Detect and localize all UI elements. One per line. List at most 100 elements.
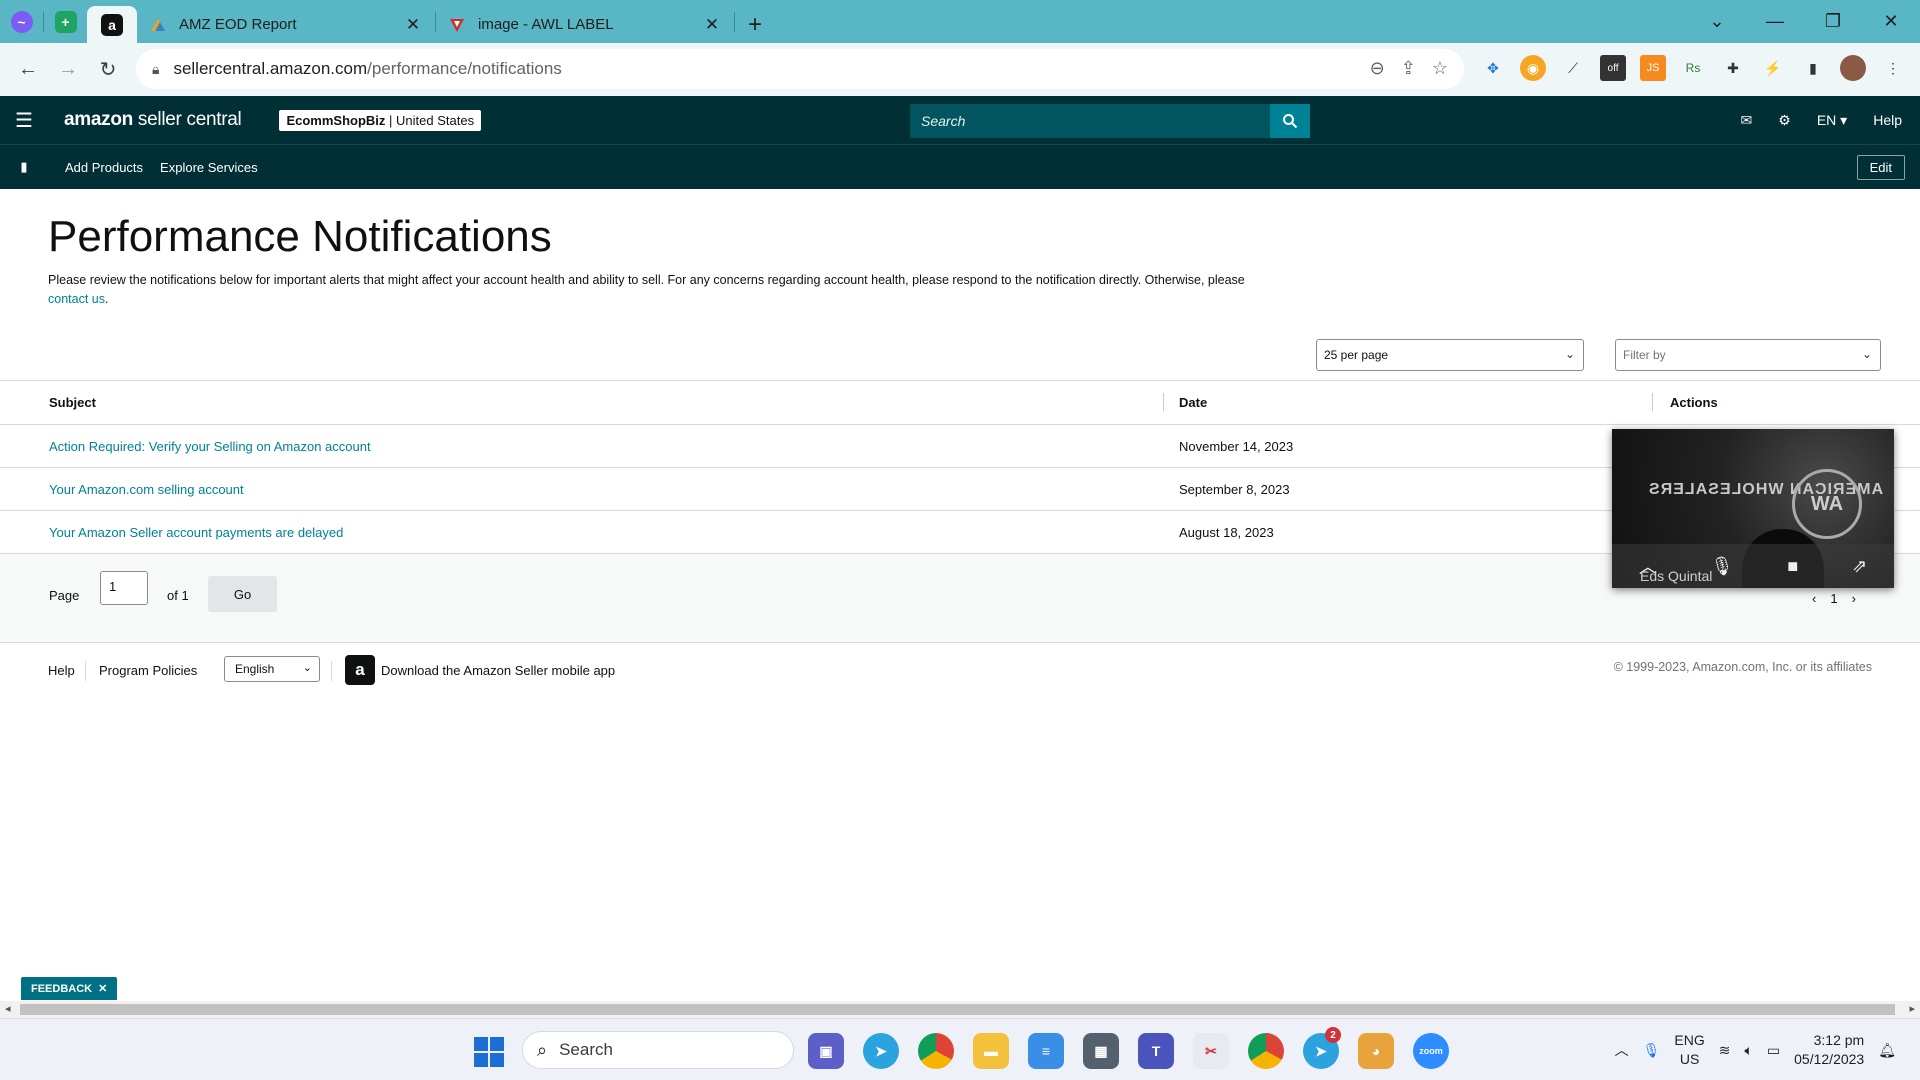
back-button[interactable]: ← <box>8 58 48 81</box>
file-explorer-icon[interactable]: ▬ <box>973 1033 1009 1069</box>
notification-subject-link[interactable]: Action Required: Verify your Selling on … <box>49 439 371 454</box>
telegram-notifications-icon[interactable]: ➤ 2 <box>1303 1027 1341 1069</box>
teams-chat-icon[interactable]: ▣ <box>808 1033 844 1069</box>
forward-button[interactable]: → <box>48 58 88 81</box>
per-page-select[interactable]: 25 per page ⌄ <box>1316 339 1584 371</box>
messenger-icon: ~ <box>10 10 33 33</box>
maximize-button[interactable]: ❐ <box>1804 11 1862 32</box>
page-number-input[interactable]: 1 <box>100 571 148 605</box>
taskbar-search[interactable]: ⌕ Search <box>522 1031 794 1069</box>
zoom-icon[interactable]: zoom <box>1413 1033 1449 1069</box>
participant-name: Eds Quintal <box>1640 568 1713 584</box>
language-selector[interactable]: EN ▾ <box>1817 112 1847 129</box>
minimize-button[interactable]: — <box>1746 11 1804 32</box>
tab-awl-label[interactable]: image - AWL LABEL ✕ <box>436 6 734 43</box>
download-app-link[interactable]: Download the Amazon Seller mobile app <box>381 663 615 678</box>
go-button[interactable]: Go <box>208 576 277 612</box>
close-window-button[interactable]: ✕ <box>1862 11 1920 32</box>
search-input[interactable] <box>910 104 1270 138</box>
next-page-icon[interactable]: › <box>1852 591 1856 606</box>
contact-us-link[interactable]: contact us <box>48 292 105 306</box>
input-language[interactable]: ENG US <box>1674 1031 1704 1069</box>
video-call-popup[interactable]: AMERICAN WHOLESALERS WA ︿ 🎙︎ ■ ⇗ Eds Qui… <box>1612 429 1894 588</box>
page-title: Performance Notifications <box>48 212 552 261</box>
prev-page-icon[interactable]: ‹ <box>1812 591 1816 606</box>
filter-by-select[interactable]: Filter by ⌄ <box>1615 339 1881 371</box>
close-icon[interactable]: ✕ <box>98 982 107 995</box>
notification-subject-link[interactable]: Your Amazon Seller account payments are … <box>49 525 343 540</box>
chrome-icon[interactable] <box>918 1033 954 1069</box>
seller-central-logo[interactable]: amazon seller central <box>64 109 242 131</box>
camera-icon[interactable]: ■ <box>1787 556 1798 577</box>
footer-help-link[interactable]: Help <box>48 663 75 678</box>
pinned-tab-sheets[interactable]: + <box>44 0 87 43</box>
horizontal-scrollbar[interactable]: ◂ ▸ <box>0 1001 1920 1018</box>
extension-icon[interactable]: ⚡ <box>1760 55 1786 81</box>
extensions-puzzle-icon[interactable]: ✚ <box>1720 55 1746 81</box>
extension-icon[interactable]: off <box>1600 55 1626 81</box>
mic-muted-icon[interactable]: 🎙︎ <box>1711 556 1734 577</box>
nav-explore-services[interactable]: Explore Services <box>160 160 258 175</box>
footer-language-select[interactable]: English ⌄ <box>224 656 320 682</box>
notification-bell-icon[interactable]: 🔔︎ <box>1878 1042 1896 1059</box>
footer-program-policies-link[interactable]: Program Policies <box>99 663 197 678</box>
scroll-right-icon[interactable]: ▸ <box>1909 1002 1915 1015</box>
address-bar[interactable]: 🔒︎ sellercentral.amazon.com/performance/… <box>136 49 1464 89</box>
telegram-icon[interactable]: ➤ <box>863 1033 899 1069</box>
notepad-icon[interactable]: ≡ <box>1028 1033 1064 1069</box>
scrollbar-thumb[interactable] <box>20 1004 1895 1015</box>
teams-icon[interactable]: T <box>1138 1033 1174 1069</box>
column-header-subject[interactable]: Subject <box>49 395 96 410</box>
zoom-icon[interactable]: ⊖ <box>1370 58 1385 79</box>
game-app-icon[interactable]: ◕ <box>1358 1033 1394 1069</box>
extension-icon[interactable]: ✥ <box>1480 55 1506 81</box>
seller-app-icon[interactable]: a <box>345 655 375 685</box>
feedback-button[interactable]: FEEDBACK ✕ <box>21 977 118 1000</box>
close-tab-icon[interactable]: ✕ <box>702 15 722 35</box>
menu-kebab-icon[interactable]: ⋮ <box>1880 55 1906 81</box>
bookmark-icon[interactable]: ▮ <box>0 159 48 175</box>
extension-icon[interactable]: ◉ <box>1520 55 1546 81</box>
microphone-icon[interactable]: 🎙︎ <box>1643 1042 1661 1059</box>
calculator-icon[interactable]: ▦ <box>1083 1033 1119 1069</box>
chevron-up-icon[interactable]: ︿ <box>1615 1040 1629 1060</box>
hamburger-menu-icon[interactable]: ☰ <box>0 108 48 133</box>
help-link[interactable]: Help <box>1873 112 1902 128</box>
chevron-down-icon: ⌄ <box>1564 347 1575 361</box>
chrome-profile-icon[interactable] <box>1248 1033 1284 1069</box>
extension-icon[interactable]: ⟋ <box>1560 55 1586 81</box>
close-tab-icon[interactable]: ✕ <box>403 15 423 35</box>
gear-icon[interactable]: ⚙ <box>1778 112 1791 129</box>
pinned-tab-messenger[interactable]: ~ <box>0 0 43 43</box>
browser-toolbar: ← → ↻ 🔒︎ sellercentral.amazon.com/perfor… <box>0 43 1920 96</box>
share-icon[interactable]: ⇪ <box>1401 58 1416 79</box>
wifi-icon[interactable]: ≋ <box>1719 1042 1731 1059</box>
scroll-left-icon[interactable]: ◂ <box>5 1002 11 1015</box>
mail-icon[interactable]: ✉ <box>1741 112 1753 129</box>
snipping-tool-icon[interactable]: ✂ <box>1193 1033 1229 1069</box>
side-panel-icon[interactable]: ▮ <box>1800 55 1826 81</box>
store-selector[interactable]: EcommShopBiz | United States <box>279 109 482 131</box>
reload-button[interactable]: ↻ <box>88 57 128 82</box>
clock[interactable]: 3:12 pm 05/12/2023 <box>1794 1031 1864 1069</box>
new-tab-button[interactable]: + <box>735 6 775 43</box>
tab-search-chevron-icon[interactable]: ⌄ <box>1688 11 1746 32</box>
chevron-down-icon: ⌄ <box>302 662 312 674</box>
nav-add-products[interactable]: Add Products <box>65 160 143 175</box>
battery-icon[interactable]: ▭ <box>1767 1042 1780 1059</box>
popout-icon[interactable]: ⇗ <box>1852 556 1867 577</box>
tab-amz-eod-report[interactable]: AMZ EOD Report ✕ <box>137 6 435 43</box>
page-footer: Help Program Policies English ⌄ a Downloa… <box>0 653 1920 685</box>
column-header-date[interactable]: Date <box>1179 395 1207 410</box>
start-button-icon[interactable] <box>474 1037 504 1067</box>
extension-icon[interactable]: Rs <box>1680 55 1706 81</box>
extension-icon[interactable]: JS <box>1640 55 1666 81</box>
mini-pager: ‹ 1 › <box>1812 591 1856 606</box>
tab-amazon-active[interactable]: a <box>87 6 137 43</box>
profile-avatar[interactable] <box>1840 55 1866 81</box>
bookmark-star-icon[interactable]: ☆ <box>1432 58 1448 79</box>
notification-subject-link[interactable]: Your Amazon.com selling account <box>49 482 244 497</box>
edit-button[interactable]: Edit <box>1856 155 1905 180</box>
search-button[interactable] <box>1270 104 1310 138</box>
volume-icon[interactable]: 🔈︎ <box>1745 1042 1753 1059</box>
